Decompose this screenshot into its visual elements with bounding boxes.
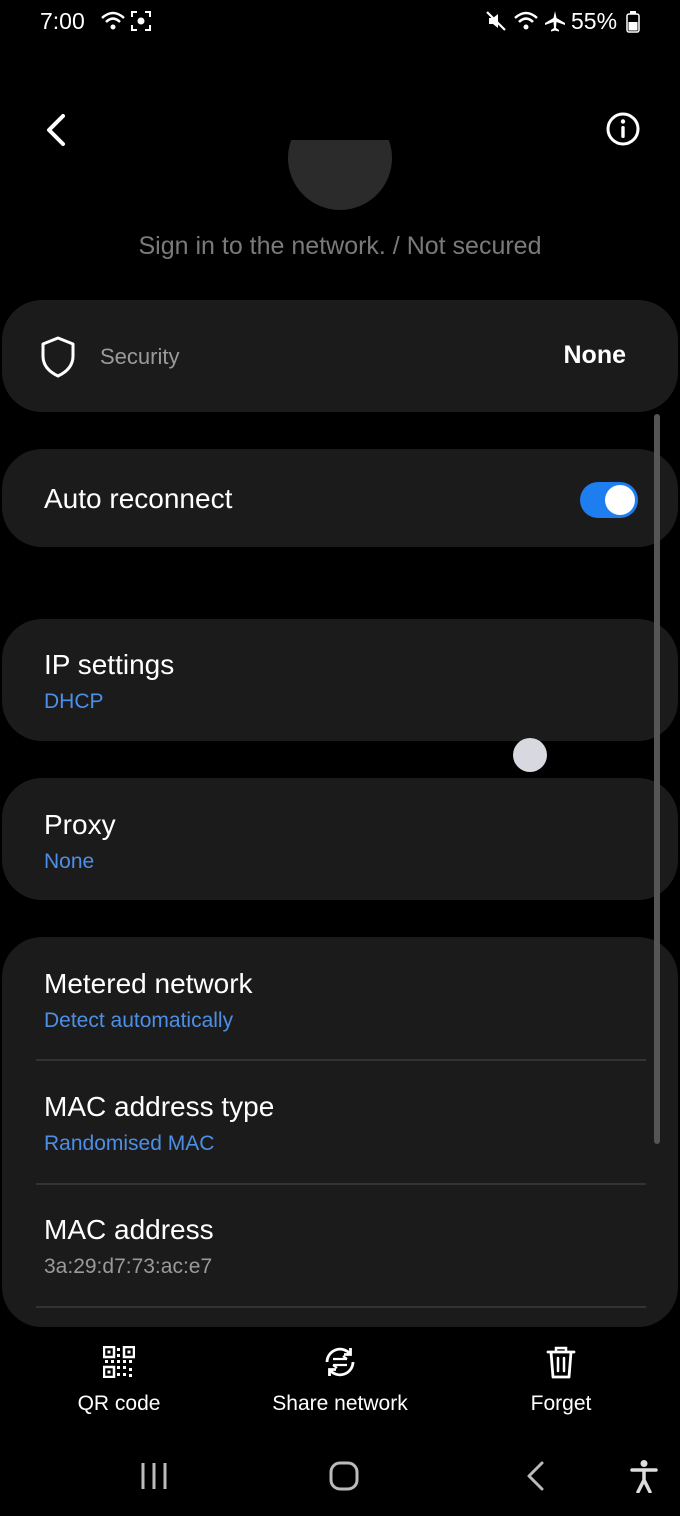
proxy-value: None	[44, 850, 95, 873]
battery-icon	[626, 11, 640, 38]
share-network-icon	[250, 1344, 430, 1380]
system-navigation-bar	[0, 1440, 680, 1516]
auto-reconnect-row[interactable]: Auto reconnect	[2, 449, 678, 547]
mac-address-value: 3a:29:d7:73:ac:e7	[44, 1255, 213, 1278]
home-icon	[329, 1461, 359, 1491]
scrollbar[interactable]	[654, 414, 660, 1144]
metered-network-value: Detect automatically	[44, 1009, 234, 1032]
network-status-text: Sign in to the network. / Not secured	[138, 232, 542, 260]
mac-address-type-value: Randomised MAC	[44, 1132, 215, 1155]
proxy-row[interactable]: Proxy None	[2, 778, 678, 900]
ip-settings-value: DHCP	[44, 690, 104, 713]
chevron-left-icon	[47, 114, 65, 146]
qr-code-button[interactable]: QR code	[29, 1344, 209, 1416]
recent-apps-icon	[141, 1463, 167, 1489]
auto-reconnect-toggle[interactable]	[580, 482, 638, 518]
bottom-action-bar: QR code Share network Forget	[0, 1330, 680, 1420]
status-time: 7:00	[40, 8, 85, 34]
share-network-button[interactable]: Share network	[250, 1344, 430, 1416]
security-card: Security None	[2, 300, 678, 412]
mac-address-type-title: MAC address type	[44, 1091, 275, 1122]
status-bar: 7:00 55%	[0, 0, 680, 44]
share-network-label: Share network	[272, 1392, 408, 1415]
screen-record-icon	[130, 10, 152, 37]
recent-apps-button[interactable]	[136, 1456, 172, 1496]
ip-settings-title: IP settings	[44, 649, 175, 680]
advanced-settings-card: Metered network Detect automatically MAC…	[2, 937, 678, 1327]
info-icon	[606, 112, 640, 146]
forget-button[interactable]: Forget	[471, 1344, 651, 1416]
airplane-icon	[543, 10, 567, 37]
nav-back-button[interactable]	[520, 1456, 550, 1496]
accessibility-icon	[630, 1460, 658, 1493]
metered-network-title: Metered network	[44, 968, 253, 999]
back-icon	[527, 1461, 544, 1491]
auto-reconnect-label: Auto reconnect	[44, 483, 233, 514]
mac-address-type-row[interactable]: MAC address type Randomised MAC	[2, 1061, 678, 1183]
forget-label: Forget	[530, 1392, 592, 1415]
info-button[interactable]	[600, 106, 646, 152]
trash-icon	[471, 1344, 651, 1380]
mac-address-title: MAC address	[44, 1214, 214, 1245]
metered-network-row[interactable]: Metered network Detect automatically	[2, 937, 678, 1059]
wifi-icon	[513, 10, 539, 37]
qr-code-icon	[29, 1344, 209, 1380]
shield-icon	[40, 336, 76, 383]
touch-indicator	[513, 738, 547, 772]
divider	[36, 1306, 646, 1308]
home-button[interactable]	[325, 1456, 363, 1496]
proxy-title: Proxy	[44, 809, 116, 840]
back-button[interactable]	[34, 108, 78, 152]
mute-icon	[485, 10, 507, 37]
security-label: Security	[100, 344, 180, 369]
security-value: None	[563, 341, 627, 369]
mac-address-row: MAC address 3a:29:d7:73:ac:e7	[2, 1185, 678, 1307]
accessibility-button[interactable]	[626, 1456, 662, 1496]
ip-settings-row[interactable]: IP settings DHCP	[2, 619, 678, 741]
wifi-icon	[100, 10, 126, 37]
qr-code-label: QR code	[77, 1392, 161, 1415]
toggle-knob	[605, 485, 635, 515]
wifi-signal-graphic	[288, 140, 392, 210]
battery-percent: 55%	[571, 8, 618, 34]
